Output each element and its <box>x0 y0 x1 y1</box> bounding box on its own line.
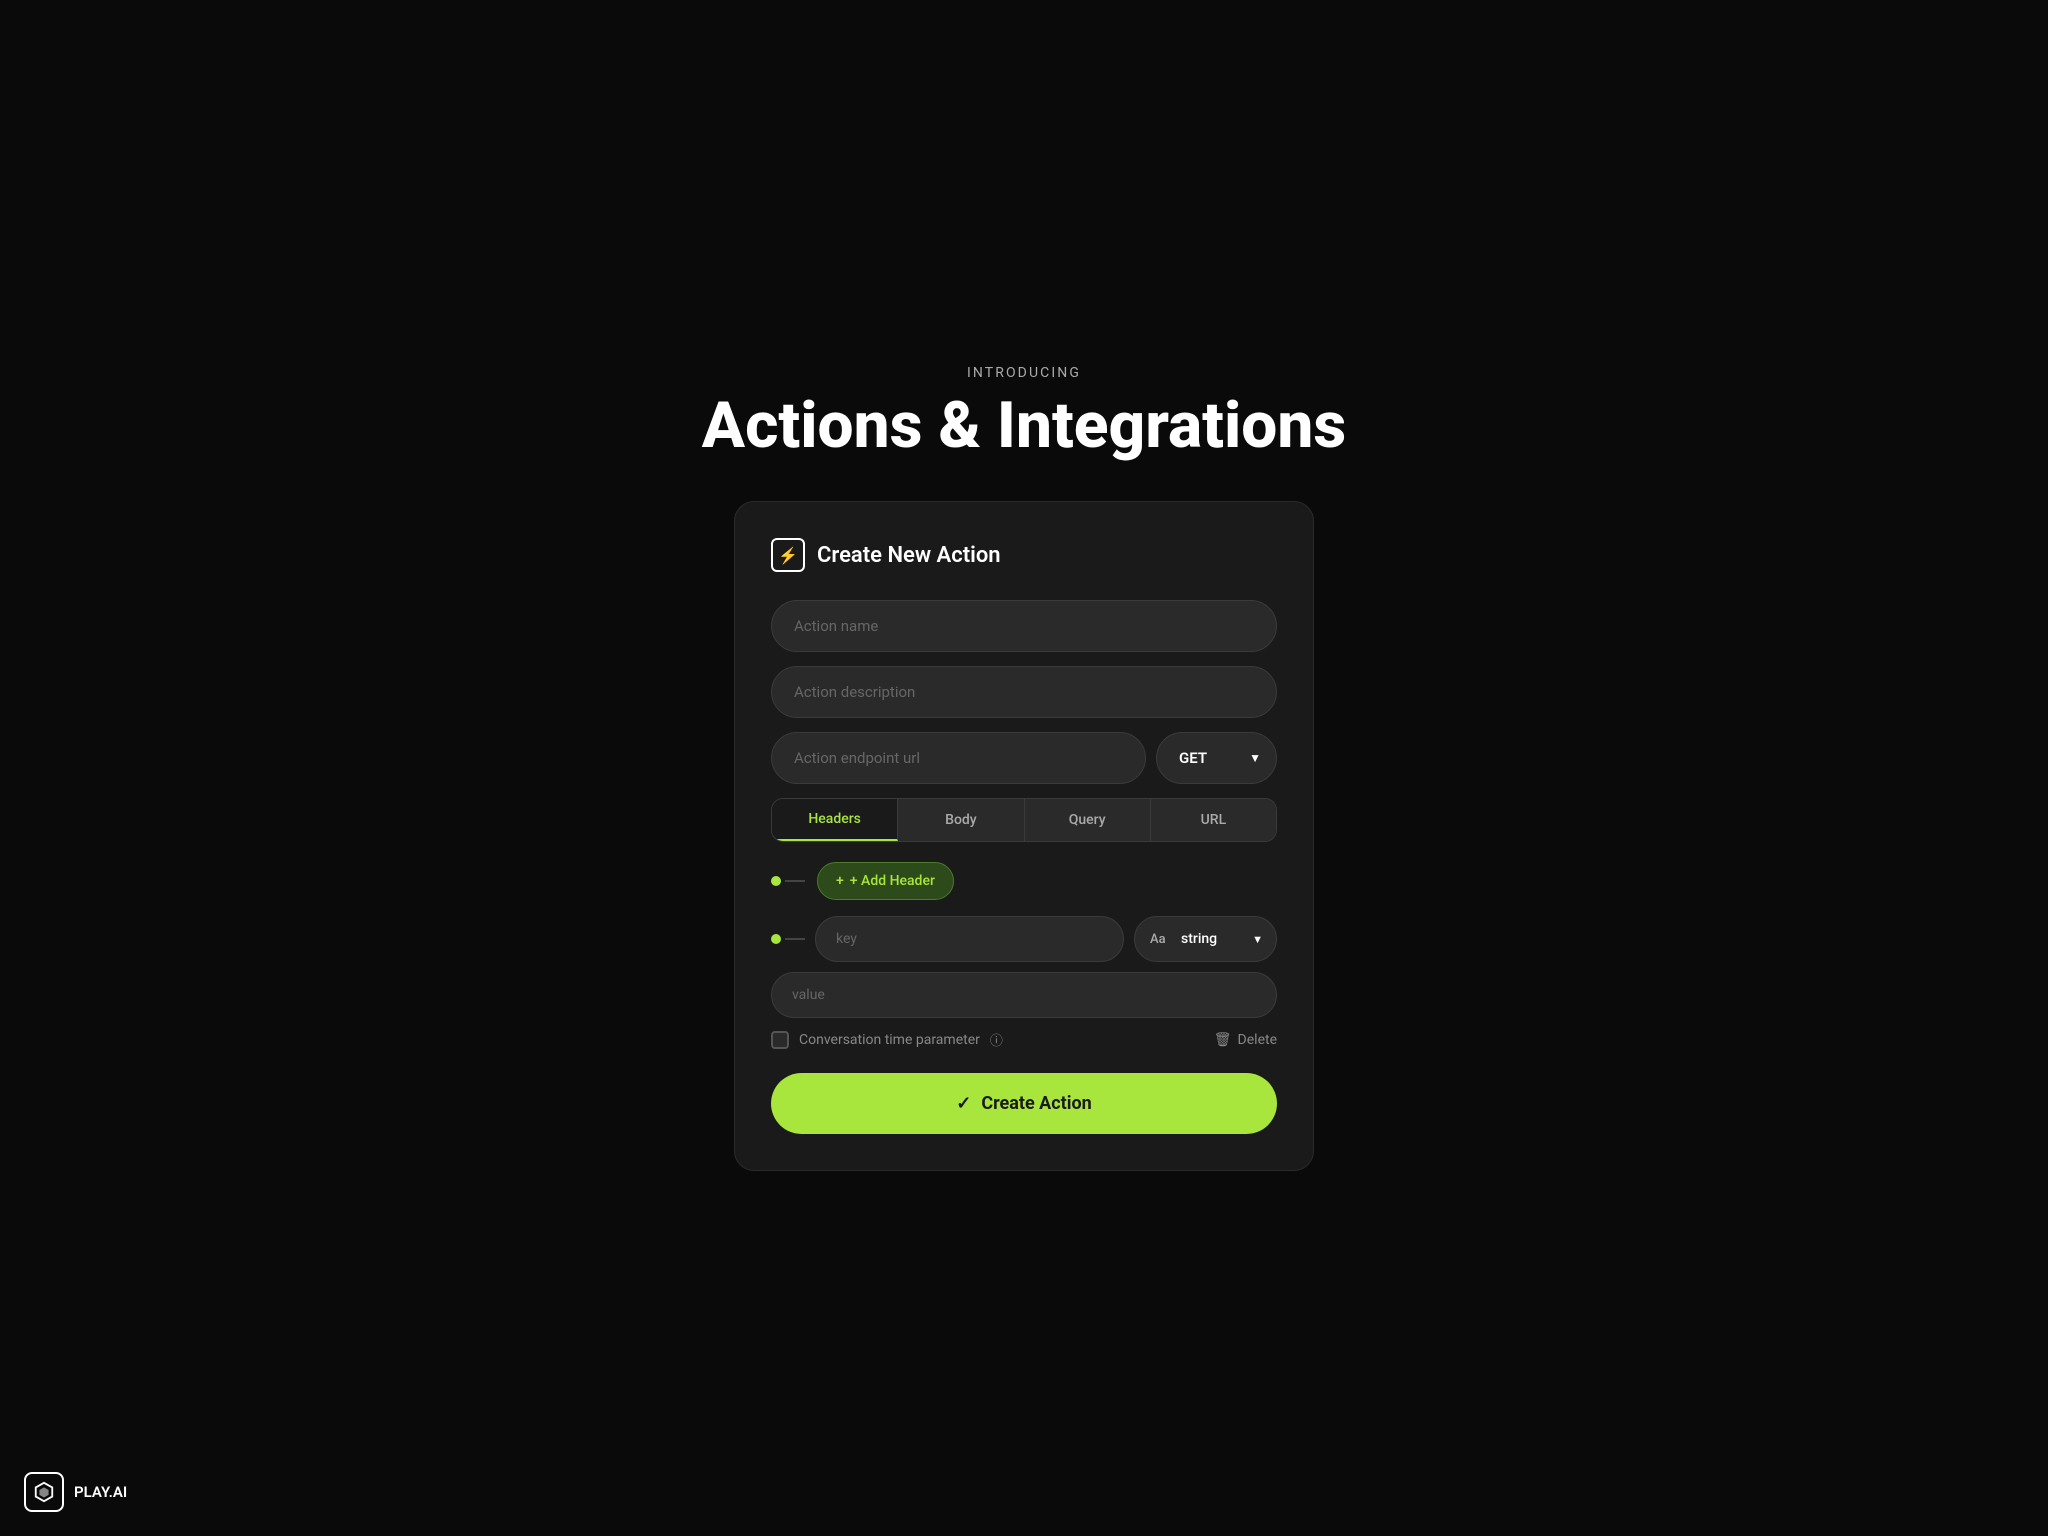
card-header: ⚡ Create New Action <box>771 538 1277 572</box>
line-connector-2 <box>785 938 805 940</box>
info-icon[interactable]: ⓘ <box>990 1030 1003 1049</box>
create-action-label: Create Action <box>981 1093 1091 1114</box>
card-title: Create New Action <box>817 543 1001 568</box>
type-select[interactable]: string number boolean <box>1134 916 1277 962</box>
conversation-time-checkbox[interactable] <box>771 1031 789 1049</box>
checkmark-icon: ✓ <box>956 1093 971 1114</box>
page-title: Actions & Integrations <box>702 391 1346 461</box>
add-header-label: + Add Header <box>850 873 935 889</box>
method-select-wrapper: GET POST PUT PATCH DELETE ▼ <box>1156 732 1277 784</box>
checkbox-left: Conversation time parameter ⓘ <box>771 1030 1003 1049</box>
add-header-button[interactable]: + + Add Header <box>817 862 954 900</box>
trash-icon: 🗑 <box>1214 1032 1232 1048</box>
bolt-icon: ⚡ <box>771 538 805 572</box>
key-type-row: Aa string number boolean ▼ <box>771 916 1277 962</box>
add-header-icon: + <box>836 873 844 889</box>
conversation-time-label: Conversation time parameter <box>799 1032 980 1048</box>
delete-button[interactable]: 🗑 Delete <box>1214 1032 1277 1048</box>
logo-text: PLAY.AI <box>74 1483 127 1501</box>
tab-url[interactable]: URL <box>1151 799 1276 841</box>
tab-headers[interactable]: Headers <box>772 799 898 841</box>
bullet-connector-2 <box>771 934 805 944</box>
tab-body[interactable]: Body <box>898 799 1024 841</box>
endpoint-url-input[interactable] <box>771 732 1146 784</box>
action-name-input[interactable] <box>771 600 1277 652</box>
action-name-group <box>771 600 1277 652</box>
tab-query[interactable]: Query <box>1025 799 1151 841</box>
bullet-dot-2 <box>771 934 781 944</box>
method-select[interactable]: GET POST PUT PATCH DELETE <box>1156 732 1277 784</box>
endpoint-row: GET POST PUT PATCH DELETE ▼ <box>771 732 1277 784</box>
action-description-input[interactable] <box>771 666 1277 718</box>
create-action-card: ⚡ Create New Action GET POST PUT PATCH D… <box>734 501 1314 1171</box>
type-select-wrapper: Aa string number boolean ▼ <box>1134 916 1277 962</box>
checkbox-row: Conversation time parameter ⓘ 🗑 Delete <box>771 1030 1277 1049</box>
footer-logo: PLAY.AI <box>24 1472 127 1512</box>
line-connector-1 <box>785 880 805 882</box>
tabs-container: Headers Body Query URL <box>771 798 1277 842</box>
introducing-label: INTRODUCING <box>702 365 1346 381</box>
action-description-group <box>771 666 1277 718</box>
bullet-connector-1 <box>771 876 805 886</box>
value-input[interactable] <box>771 972 1277 1018</box>
logo-icon <box>24 1472 64 1512</box>
delete-label: Delete <box>1238 1032 1277 1048</box>
create-action-button[interactable]: ✓ Create Action <box>771 1073 1277 1134</box>
add-header-row: + + Add Header <box>771 862 1277 900</box>
bullet-dot-1 <box>771 876 781 886</box>
key-input[interactable] <box>815 916 1124 962</box>
